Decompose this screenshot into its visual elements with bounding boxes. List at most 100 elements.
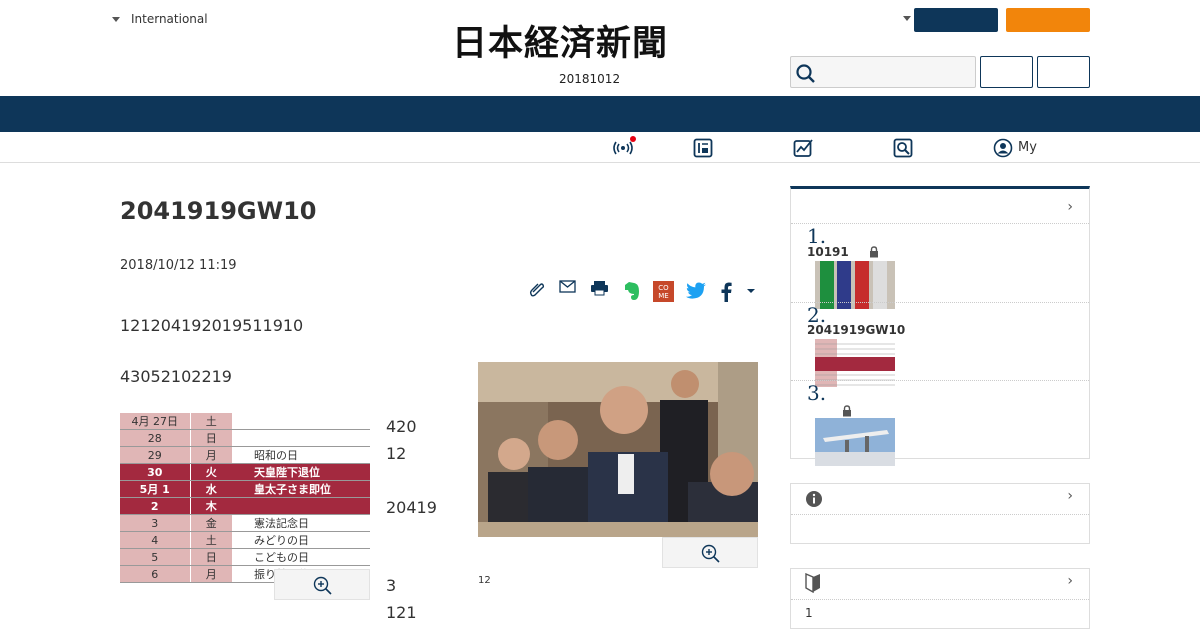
chevron-right-icon[interactable]: ›	[1067, 573, 1073, 589]
calendar-day: 水	[189, 480, 232, 498]
site-header: International 日本経済新聞 20181012	[0, 0, 1200, 96]
login-button[interactable]	[914, 8, 998, 32]
print-icon[interactable]	[590, 280, 609, 296]
chevron-right-icon[interactable]: ›	[1067, 488, 1073, 504]
calendar-row: 3 金憲法記念日	[120, 514, 370, 532]
calendar-date: 5月 1	[120, 480, 190, 498]
calendar-note: 憲法記念日	[232, 514, 370, 532]
site-logo[interactable]: 日本経済新聞	[452, 26, 668, 61]
clip-icon[interactable]	[528, 280, 546, 298]
edition-selector[interactable]: International	[112, 12, 208, 26]
calendar-note: こどもの日	[232, 548, 370, 566]
user-icon[interactable]	[993, 138, 1013, 158]
article-paragraph: 121204192019511910	[120, 316, 304, 335]
calendar-date: 4月 27日	[120, 413, 190, 430]
calendar-row: 4 土みどりの日	[120, 531, 370, 549]
lock-icon	[843, 405, 851, 417]
calendar-note: 皇太子さま即位	[232, 480, 370, 498]
calendar-day: 土	[189, 531, 232, 549]
caret-down-icon[interactable]	[903, 16, 911, 21]
article-text: 3	[386, 576, 397, 595]
search-input[interactable]	[790, 56, 976, 88]
calendar-date: 6	[120, 565, 190, 583]
calendar-note	[232, 497, 370, 515]
evernote-icon[interactable]	[622, 281, 641, 302]
more-caret-icon[interactable]	[746, 288, 756, 294]
zoom-button[interactable]	[662, 537, 758, 568]
holiday-calendar-figure[interactable]: 4月 27日土 28 日 29 月昭和の日 30 火天皇陛下退位 5月 1 水皇太子さま即位 2 木…	[120, 413, 370, 583]
calendar-day: 日	[189, 429, 232, 447]
notification-dot	[630, 136, 636, 142]
ranking-panel: › 1. 10191 2. 2041919GW10 3.	[790, 186, 1090, 466]
calendar-note: 天皇陛下退位	[232, 463, 370, 481]
newspaper-icon[interactable]	[693, 138, 713, 158]
calendar-row: 30 火天皇陛下退位	[120, 463, 370, 481]
beginner-panel: › 1	[790, 568, 1090, 629]
zoom-in-icon	[701, 544, 720, 563]
mail-icon[interactable]	[559, 280, 576, 294]
header-button-1[interactable]	[980, 56, 1033, 88]
ranking-item[interactable]: 1. 10191	[791, 223, 1089, 309]
calendar-day: 木	[189, 497, 232, 515]
calendar-row: 2木	[120, 497, 370, 515]
calendar-note: みどりの日	[232, 531, 370, 549]
calendar-row: 29 月昭和の日	[120, 446, 370, 464]
subscribe-button[interactable]	[1006, 8, 1090, 32]
publish-date: 2018/10/12 11:19	[120, 258, 237, 273]
meeting-photo	[478, 362, 758, 537]
article-photo[interactable]	[478, 362, 758, 537]
come-icon[interactable]: CO ME	[653, 281, 674, 302]
article-paragraph: 43052102219	[120, 367, 232, 386]
header-button-2[interactable]	[1037, 56, 1090, 88]
zoom-in-icon	[313, 576, 332, 595]
rank-thumbnail	[815, 418, 895, 466]
calendar-row: 5 日こどもの日	[120, 548, 370, 566]
svg-text:ME: ME	[658, 292, 668, 300]
main-nav	[0, 96, 1200, 132]
lock-icon	[870, 246, 878, 258]
calendar-date: 2	[120, 497, 190, 515]
beginner-mark-icon	[805, 573, 820, 593]
calendar-day: 金	[189, 514, 232, 532]
calendar-date: 5	[120, 548, 190, 566]
header-date: 20181012	[559, 72, 621, 86]
search-icon	[796, 64, 815, 83]
ranking-item[interactable]: 2. 2041919GW10	[791, 302, 1089, 387]
article-text: 20419	[386, 498, 437, 517]
rank-title: 10191	[807, 245, 849, 259]
calendar-day: 日	[189, 548, 232, 566]
calendar-note	[232, 429, 370, 447]
calendar-date: 30	[120, 463, 190, 481]
ranking-item[interactable]: 3.	[791, 380, 1089, 466]
facebook-icon[interactable]	[720, 282, 732, 302]
calendar-date: 28	[120, 429, 190, 447]
article-text: 12	[386, 444, 407, 463]
photo-caption: 12	[478, 575, 491, 586]
calendar-row: 4月 27日土	[120, 413, 370, 430]
info-panel: ›	[790, 483, 1090, 544]
chart-icon[interactable]	[793, 138, 815, 158]
search-icon[interactable]	[893, 138, 913, 158]
beginner-item[interactable]: 1	[805, 606, 813, 620]
calendar-row: 28 日	[120, 429, 370, 447]
rank-title: 2041919GW10	[807, 323, 906, 337]
twitter-icon[interactable]	[686, 282, 707, 300]
article-title: 2041919GW10	[120, 197, 317, 225]
article-text: 121	[386, 603, 417, 622]
edition-label: International	[131, 12, 208, 26]
zoom-button[interactable]	[274, 569, 370, 600]
calendar-day: 土	[189, 413, 232, 430]
caret-down-icon	[112, 16, 120, 22]
calendar-date: 4	[120, 531, 190, 549]
calendar-row: 5月 1 水皇太子さま即位	[120, 480, 370, 498]
my-menu-label[interactable]: My	[1018, 140, 1037, 155]
svg-text:CO: CO	[658, 284, 669, 292]
calendar-date: 3	[120, 514, 190, 532]
info-icon	[806, 491, 822, 507]
chevron-right-icon[interactable]: ›	[1067, 199, 1073, 215]
calendar-day: 火	[189, 463, 232, 481]
calendar-date: 29	[120, 446, 190, 464]
beginner-row	[791, 599, 1089, 600]
calendar-note	[232, 413, 370, 430]
info-row	[791, 514, 1089, 515]
